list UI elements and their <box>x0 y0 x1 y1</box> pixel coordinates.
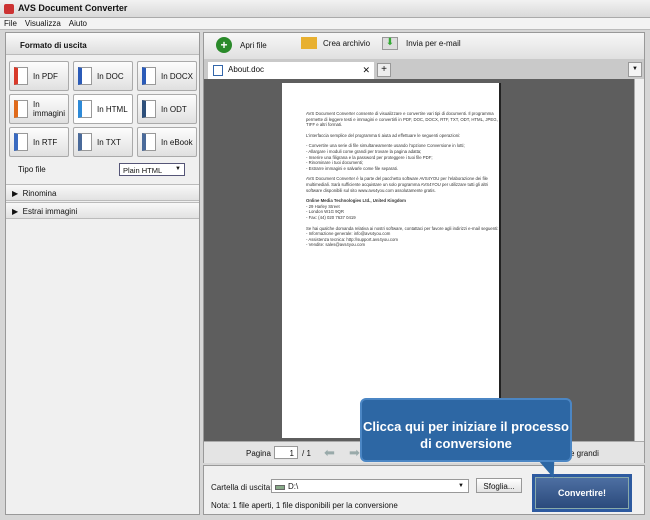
doc-paragraph: L'interfaccia semplice del programma ti … <box>306 132 461 138</box>
page-label: Pagina <box>246 449 271 458</box>
format-icon <box>142 67 156 85</box>
create-archive-label: Crea archivio <box>323 38 371 48</box>
convert-label: Convertire! <box>535 477 629 509</box>
format-icon <box>142 133 156 151</box>
chevron-down-icon: ▼ <box>175 166 181 172</box>
menu-file[interactable]: File <box>4 19 17 28</box>
format-icon <box>78 67 92 85</box>
window-title: AVS Document Converter <box>18 3 128 13</box>
menu-bar: File Visualizza Aiuto <box>0 18 650 30</box>
file-type-label: Tipo file <box>18 165 46 174</box>
format-icon <box>78 100 92 118</box>
doc-contact: Se hai qualche domanda relativa ai nostr… <box>306 225 499 248</box>
format-button-in-docx[interactable]: In DOCX <box>137 61 197 91</box>
format-button-in-immagini[interactable]: In immagini <box>9 94 69 124</box>
format-label: In ODT <box>161 104 187 114</box>
browse-button[interactable]: Sfoglia... <box>476 478 522 493</box>
format-label: In eBook <box>161 137 193 147</box>
section-estrai-immagini[interactable]: ▶ Estrai immagini <box>6 202 199 219</box>
tab-menu-dropdown[interactable]: ▼ <box>628 62 642 77</box>
browse-label: Sfoglia... <box>483 482 515 491</box>
format-button-in-txt[interactable]: In TXT <box>73 127 133 157</box>
panel-header: Formato di uscita <box>6 33 199 55</box>
file-type-value: Plain HTML <box>123 166 163 175</box>
format-label: In HTML <box>97 104 128 114</box>
format-label: In DOC <box>97 71 124 81</box>
menu-aiuto[interactable]: Aiuto <box>69 19 87 28</box>
vertical-scrollbar[interactable] <box>634 79 644 441</box>
tab-bar: About.doc ✕ + ▼ <box>204 59 644 79</box>
prev-page-icon[interactable]: ⬅ <box>324 445 335 461</box>
format-label: In RTF <box>33 137 58 147</box>
tab-label: About.doc <box>228 65 265 74</box>
drive-icon <box>275 485 285 490</box>
doc-company: Online Media Technologies Ltd., United K… <box>306 198 406 204</box>
create-archive-button[interactable]: Crea archivio <box>301 37 370 49</box>
plus-circle-icon: + <box>216 37 232 53</box>
page-value: 1 <box>289 449 294 458</box>
format-button-in-odt[interactable]: In ODT <box>137 94 197 124</box>
format-button-in-ebook[interactable]: In eBook <box>137 127 197 157</box>
file-type-select[interactable]: Plain HTML ▼ <box>119 163 185 176</box>
format-label: In DOCX <box>161 71 194 81</box>
open-file-label: Apri file <box>240 40 267 50</box>
open-file-button[interactable]: + Apri file <box>216 37 267 53</box>
doc-paragraph: AVS Document Converter è la parte del pa… <box>306 176 489 193</box>
document-page: AVS Document Converter consente di visua… <box>282 83 501 438</box>
doc-address: - 29 Harley Street - London W1G 9QR - Fa… <box>306 203 356 220</box>
tab-about-doc[interactable]: About.doc ✕ <box>208 62 374 79</box>
triangle-right-icon: ▶ <box>12 207 21 216</box>
section-rinomina[interactable]: ▶ Rinomina <box>6 184 199 201</box>
title-bar: AVS Document Converter <box>0 0 650 18</box>
menu-visualizza[interactable]: Visualizza <box>25 19 61 28</box>
format-button-in-pdf[interactable]: In PDF <box>9 61 69 91</box>
add-tab-button[interactable]: + <box>377 63 391 77</box>
next-page-icon[interactable]: ➡ <box>349 445 360 461</box>
format-icon <box>142 100 156 118</box>
chevron-down-icon: ▼ <box>458 483 464 489</box>
output-folder-value: D:\ <box>288 482 299 491</box>
email-button[interactable]: ⬇ Invia per e-mail <box>382 37 461 50</box>
zoom-option[interactable]: e grandi <box>570 449 599 458</box>
callout-tooltip: Clicca qui per iniziare il processo di c… <box>360 398 572 462</box>
doc-paragraph: AVS Document Converter consente di visua… <box>306 111 498 128</box>
format-grid: In PDF In DOC In DOCX In immagini In HTML In … <box>9 61 197 157</box>
doc-icon <box>213 65 223 76</box>
format-button-in-doc[interactable]: In DOC <box>73 61 133 91</box>
format-label: In immagini <box>33 100 66 118</box>
document-preview: AVS Document Converter consente di visua… <box>204 79 634 441</box>
doc-paragraph: - Convertire una serie di file simultane… <box>306 143 465 171</box>
archive-folder-icon <box>301 37 317 49</box>
email-download-icon: ⬇ <box>382 37 398 50</box>
format-icon <box>78 133 92 151</box>
output-folder-select[interactable]: D:\ ▼ <box>271 479 469 493</box>
app-icon <box>4 4 14 14</box>
conversion-note: Nota: 1 file aperti, 1 file disponibili … <box>211 501 398 510</box>
format-icon <box>14 133 28 151</box>
section-label: Estrai immagini <box>22 207 78 216</box>
page-input[interactable]: 1 <box>274 446 298 459</box>
close-icon[interactable]: ✕ <box>362 65 370 76</box>
format-label: In PDF <box>33 71 58 81</box>
format-label: In TXT <box>97 137 121 147</box>
left-panel: Formato di uscita In PDF In DOC In DOCX In … <box>5 32 200 515</box>
convert-button[interactable]: Convertire! <box>532 474 632 512</box>
output-folder-label: Cartella di uscita: <box>211 483 273 492</box>
format-icon <box>14 100 28 118</box>
format-button-in-html[interactable]: In HTML <box>73 94 133 124</box>
format-button-in-rtf[interactable]: In RTF <box>9 127 69 157</box>
email-label: Invia per e-mail <box>406 39 461 48</box>
section-label: Rinomina <box>22 189 57 198</box>
page-total: / 1 <box>302 449 311 458</box>
format-icon <box>14 67 28 85</box>
triangle-right-icon: ▶ <box>12 189 21 198</box>
